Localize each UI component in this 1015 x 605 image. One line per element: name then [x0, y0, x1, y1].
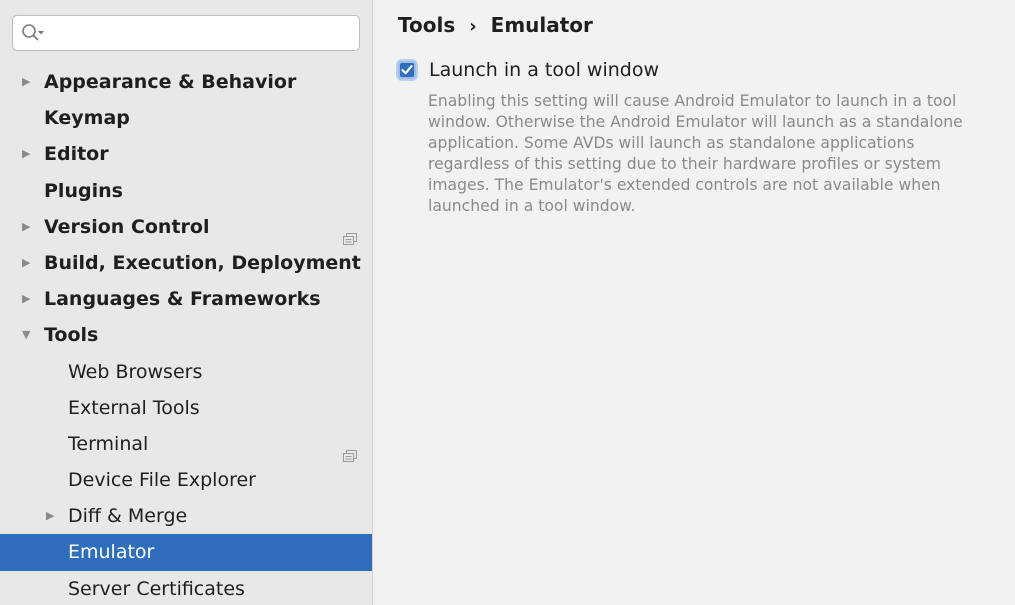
settings-window: ▶ Appearance & Behavior Keymap ▶ Editor Plugi… — [0, 0, 1015, 605]
sidebar-item-label: Emulator — [68, 541, 155, 564]
sidebar-item-label: Web Browsers — [68, 360, 203, 383]
sidebar-item-tools[interactable]: ▼ Tools — [0, 317, 372, 353]
collapsed-arrow-icon[interactable]: ▶ — [46, 498, 54, 534]
sidebar-item-label: Tools — [44, 324, 99, 347]
sidebar-item-plugins[interactable]: Plugins — [0, 173, 372, 209]
sidebar-item-label: Version Control — [44, 215, 210, 238]
search-box[interactable] — [12, 15, 360, 51]
sidebar-item-build-execution-deployment[interactable]: ▶ Build, Execution, Deployment — [0, 245, 372, 281]
settings-content: Tools › Emulator Launch in a tool window E… — [373, 0, 1015, 605]
sidebar-item-label: Plugins — [44, 179, 123, 202]
sidebar-item-server-certificates[interactable]: Server Certificates — [0, 571, 372, 605]
sidebar-item-web-browsers[interactable]: Web Browsers — [0, 354, 372, 390]
breadcrumb: Tools › Emulator — [398, 10, 593, 42]
sidebar-item-label: Server Certificates — [68, 577, 245, 600]
sidebar-item-label: Keymap — [44, 107, 130, 130]
expanded-arrow-icon[interactable]: ▼ — [22, 317, 30, 353]
settings-tree: ▶ Appearance & Behavior Keymap ▶ Editor Plugi… — [0, 64, 372, 605]
collapsed-arrow-icon[interactable]: ▶ — [22, 281, 30, 317]
project-settings-icon — [343, 221, 357, 245]
sidebar-item-label: Languages & Frameworks — [44, 288, 321, 311]
sidebar-item-external-tools[interactable]: External Tools — [0, 390, 372, 426]
collapsed-arrow-icon[interactable]: ▶ — [22, 64, 30, 100]
breadcrumb-separator-icon: › — [469, 16, 477, 37]
sidebar-item-label: Appearance & Behavior — [44, 71, 297, 93]
launch-in-tool-window-label[interactable]: Launch in a tool window — [429, 56, 659, 84]
sidebar-item-label: Device File Explorer — [68, 469, 256, 492]
collapsed-arrow-icon[interactable]: ▶ — [22, 245, 30, 281]
checkmark-icon — [401, 65, 413, 75]
breadcrumb-parent[interactable]: Tools — [398, 13, 455, 37]
sidebar-item-label: External Tools — [68, 396, 200, 419]
search-input[interactable] — [49, 20, 349, 46]
settings-sidebar: ▶ Appearance & Behavior Keymap ▶ Editor Plugi… — [0, 0, 373, 605]
sidebar-item-label: Build, Execution, Deployment — [44, 251, 361, 274]
sidebar-item-device-file-explorer[interactable]: Device File Explorer — [0, 462, 372, 498]
sidebar-item-label: Editor — [44, 143, 109, 166]
sidebar-item-version-control[interactable]: ▶ Version Control — [0, 209, 372, 245]
sidebar-item-label: Terminal — [68, 432, 149, 455]
launch-in-tool-window-checkbox[interactable] — [398, 61, 416, 79]
search-icon[interactable] — [21, 23, 45, 43]
collapsed-arrow-icon[interactable]: ▶ — [22, 209, 30, 245]
breadcrumb-current: Emulator — [490, 13, 593, 37]
launch-in-tool-window-row[interactable]: Launch in a tool window — [398, 56, 659, 84]
sidebar-item-diff-merge[interactable]: ▶ Diff & Merge — [0, 498, 372, 534]
sidebar-item-emulator[interactable]: Emulator — [0, 534, 372, 571]
sidebar-item-terminal[interactable]: Terminal — [0, 426, 372, 462]
launch-in-tool-window-description: Enabling this setting will cause Android… — [428, 92, 963, 215]
sidebar-item-label: Diff & Merge — [68, 505, 188, 528]
collapsed-arrow-icon[interactable]: ▶ — [22, 136, 30, 172]
sidebar-item-languages-frameworks[interactable]: ▶ Languages & Frameworks — [0, 281, 372, 317]
sidebar-item-appearance-behavior[interactable]: ▶ Appearance & Behavior — [0, 64, 372, 100]
sidebar-item-keymap[interactable]: Keymap — [0, 100, 372, 136]
project-settings-icon — [343, 438, 357, 462]
sidebar-item-editor[interactable]: ▶ Editor — [0, 136, 372, 172]
